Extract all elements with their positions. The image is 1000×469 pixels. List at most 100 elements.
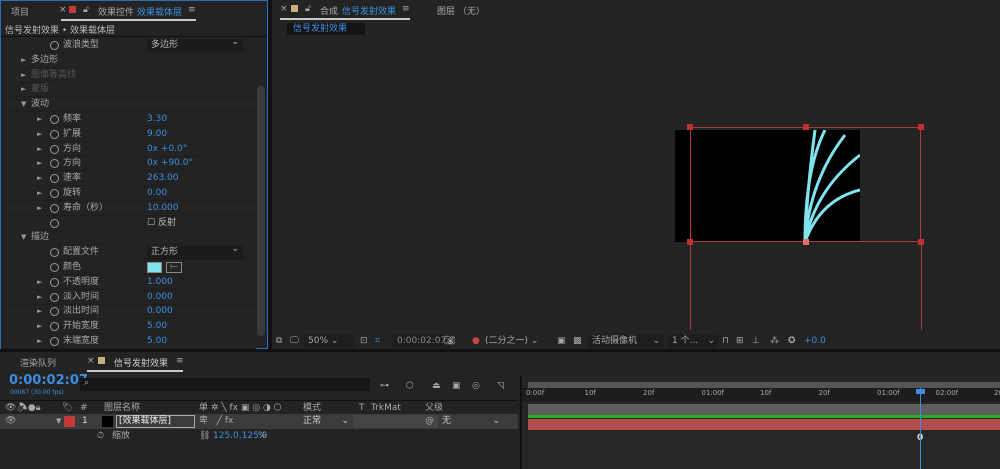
tab-timeline-comp[interactable]: 信号发射效果	[114, 356, 168, 369]
collapsed-triangle-icon[interactable]: ►	[37, 275, 42, 290]
effect-property-row[interactable]: ▼ 波动	[1, 97, 256, 113]
effect-property-row[interactable]: 波浪类型 多边形	[1, 36, 256, 53]
checkbox[interactable]: ☐ 反射	[147, 216, 176, 231]
zoom-dropdown[interactable]: 50% ⌄	[304, 334, 354, 348]
stopwatch-icon[interactable]	[50, 189, 59, 198]
collapsed-triangle-icon[interactable]: ►	[37, 171, 42, 186]
graph-editor-icon[interactable]: ◹	[497, 379, 504, 393]
collapsed-triangle-icon[interactable]: ►	[37, 304, 42, 319]
color-swatch[interactable]	[147, 262, 162, 273]
exposure-value[interactable]: +0.0	[804, 334, 826, 348]
fast-preview-icon[interactable]: ⊓	[722, 334, 729, 348]
property-value[interactable]: 0x +0.0°	[147, 142, 187, 157]
property-value[interactable]: 1.000	[147, 275, 173, 290]
display-icon[interactable]: 🖵︎	[290, 334, 299, 348]
eyedropper-icon[interactable]: ⟝	[166, 262, 182, 273]
toggle-transparency-icon[interactable]: ⧉	[276, 334, 282, 348]
stopwatch-icon[interactable]	[50, 159, 59, 169]
tab-layer[interactable]: 图层 （无）	[437, 4, 485, 17]
resolution-dropdown[interactable]: (二分之一) ⌄	[485, 334, 538, 348]
effect-property-row[interactable]: ► 频率 3.30	[1, 112, 256, 127]
stopwatch-icon[interactable]	[50, 174, 59, 184]
composition-mini-flowchart-icon[interactable]: ⊶	[380, 379, 389, 393]
frame-blending-icon[interactable]: ▣	[452, 379, 461, 393]
collapsed-triangle-icon[interactable]: ►	[37, 334, 42, 349]
property-value[interactable]: 3.30	[147, 112, 167, 127]
stopwatch-icon[interactable]	[50, 248, 59, 258]
property-value[interactable]: 263.00	[147, 171, 179, 186]
close-icon[interactable]: ×	[87, 356, 95, 366]
effect-property-row[interactable]: ► 寿命（秒） 10.000	[1, 201, 256, 216]
mask-visibility-icon[interactable]: ⌗	[375, 334, 380, 348]
effect-property-row[interactable]: ☐ 反射	[1, 216, 256, 231]
parent-dropdown[interactable]: 无 ⌄	[442, 414, 502, 429]
effect-property-row[interactable]: 配置文件 正方形	[1, 243, 256, 261]
expanded-triangle-icon[interactable]: ▼	[21, 230, 26, 245]
playhead[interactable]	[920, 388, 921, 469]
effect-property-row[interactable]: ▼ 描边	[1, 230, 256, 246]
property-value[interactable]: 0.000	[147, 290, 173, 305]
roi-icon[interactable]: ▣	[557, 334, 566, 348]
collapsed-triangle-icon[interactable]: ►	[37, 186, 42, 201]
effect-property-row[interactable]: ► 不透明度 1.000	[1, 275, 256, 290]
shy-layers-icon[interactable]: ⏏	[432, 379, 441, 393]
grid-icon[interactable]: ▩	[573, 334, 582, 348]
lock-icon[interactable]: 🔓︎	[83, 5, 89, 15]
property-dropdown[interactable]: 多边形	[147, 36, 243, 52]
layer-duration-bar[interactable]	[528, 419, 1000, 430]
snapshot-icon[interactable]: 📷︎	[444, 334, 455, 348]
comp-subtab[interactable]: 信号发射效果	[287, 23, 365, 35]
effect-property-row[interactable]: ► 淡出时间 0.000	[1, 304, 256, 320]
tab-effect-layer[interactable]: 效果载体层	[137, 5, 182, 18]
time-graph[interactable]: 0:00f10f20f01:00f10f20f01:00f02:00f20f 0	[520, 376, 1000, 469]
property-value[interactable]: 5.00	[147, 334, 167, 349]
property-dropdown[interactable]: 正方形	[147, 243, 243, 260]
stopwatch-icon[interactable]: ⏱︎	[97, 429, 104, 444]
layer-row[interactable]: 👁︎ ▼ 1 [效果载体层] 卑 ╱ fx 正常 ⌄ @ 无 ⌄	[0, 414, 518, 429]
collapsed-triangle-icon[interactable]: ►	[37, 142, 42, 157]
property-value[interactable]: 9.00	[147, 127, 167, 142]
tab-project[interactable]: 项目	[11, 5, 29, 18]
effect-property-row[interactable]: ► 多边形	[1, 53, 256, 68]
property-value[interactable]: 10.000	[147, 201, 179, 216]
layer-label-color[interactable]	[64, 416, 75, 427]
collapsed-triangle-icon[interactable]: ►	[37, 319, 42, 334]
expand-triangle[interactable]: ▼	[56, 414, 61, 429]
camera-dropdown[interactable]: 活动摄像机 ⌄	[588, 334, 664, 348]
timecode[interactable]: 0:00:02:07	[393, 334, 451, 348]
effect-property-row[interactable]: ► 淡入时间 0.000	[1, 290, 256, 305]
collapsed-triangle-icon[interactable]: ►	[37, 290, 42, 305]
current-time[interactable]: 0:00:02:07	[9, 373, 88, 388]
effect-property-row[interactable]: 颜色 ⟝	[1, 260, 256, 275]
flowchart-icon[interactable]: ⁂	[770, 334, 779, 348]
draft-3d-icon[interactable]: ⬡	[406, 379, 414, 393]
tab-effect-controls[interactable]: 效果控件	[98, 5, 134, 18]
stopwatch-icon[interactable]	[50, 41, 59, 50]
stopwatch-icon[interactable]	[50, 322, 59, 332]
comp-flowchart-icon[interactable]: ⊥	[752, 334, 760, 348]
tab-render-queue[interactable]: 渲染队列	[20, 356, 56, 369]
stopwatch-icon[interactable]	[50, 337, 59, 346]
collapsed-triangle-icon[interactable]: ►	[37, 201, 42, 216]
close-icon[interactable]: ×	[280, 4, 288, 14]
stopwatch-icon[interactable]	[50, 277, 59, 287]
collapsed-triangle-icon[interactable]: ►	[21, 53, 26, 68]
property-value[interactable]: 0.00	[147, 186, 167, 201]
effect-property-row[interactable]: ► 速率 263.00	[1, 171, 256, 187]
stopwatch-icon[interactable]	[50, 218, 59, 228]
panel-menu-icon[interactable]: ≡	[188, 5, 196, 15]
property-value[interactable]: 0x +90.0°	[147, 156, 193, 171]
panel-menu-icon[interactable]: ≡	[176, 356, 184, 366]
pickwhip-icon[interactable]: @	[425, 414, 434, 429]
expanded-triangle-icon[interactable]: ▼	[21, 97, 26, 112]
property-value[interactable]: 0.000	[147, 304, 173, 319]
layer-name[interactable]: [效果载体层]	[116, 415, 195, 428]
stopwatch-icon[interactable]	[50, 144, 59, 154]
collapsed-triangle-icon[interactable]: ►	[37, 112, 42, 127]
color-channels-icon[interactable]: ●	[472, 334, 480, 348]
stopwatch-icon[interactable]	[50, 203, 59, 213]
collapsed-triangle-icon[interactable]: ►	[21, 82, 26, 97]
mode-dropdown[interactable]: 正常 ⌄	[303, 414, 351, 429]
stopwatch-icon[interactable]	[50, 263, 59, 272]
effect-property-row[interactable]: ► 末端宽度 5.00	[1, 334, 256, 349]
